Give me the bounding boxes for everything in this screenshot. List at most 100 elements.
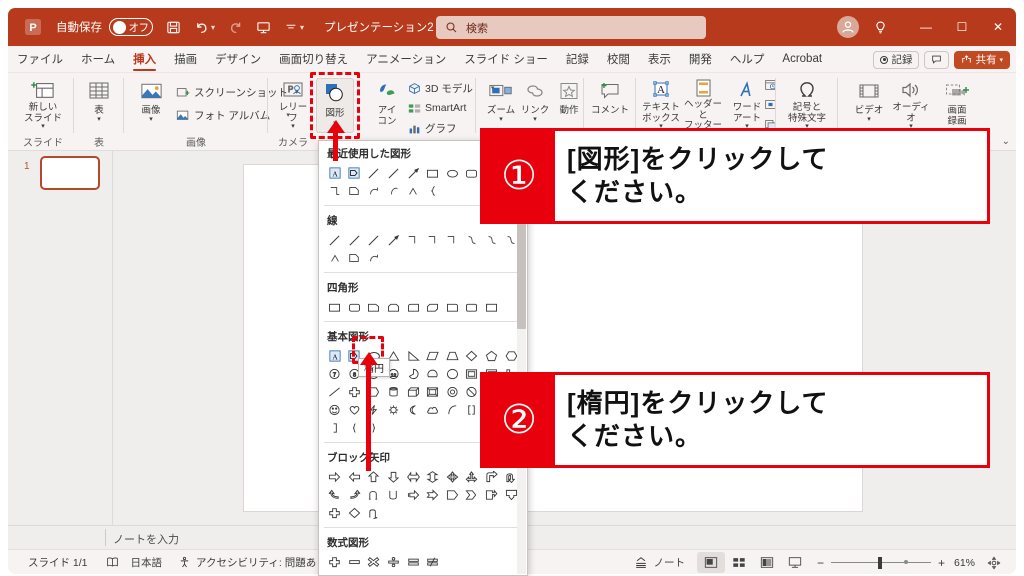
tab-design[interactable]: デザイン <box>206 46 270 73</box>
rect-round-single[interactable] <box>443 298 463 316</box>
fit-to-window-icon[interactable] <box>980 552 1008 573</box>
basic-can[interactable] <box>384 383 404 401</box>
line-curve-2[interactable] <box>482 231 502 249</box>
shape-folded-corner[interactable] <box>345 182 365 200</box>
zoom-slider[interactable]: − + <box>817 556 945 570</box>
search-box[interactable]: 検索 <box>436 16 706 39</box>
arrow-up-down[interactable] <box>423 468 443 486</box>
basic-pentagon[interactable] <box>482 347 502 365</box>
basic-diamond[interactable] <box>462 347 482 365</box>
arrow-pentagon[interactable] <box>443 486 463 504</box>
basic-parallelogram[interactable] <box>423 347 443 365</box>
basic-bevel[interactable] <box>423 383 443 401</box>
undo-icon[interactable]: ▾ <box>194 16 215 38</box>
shape-line-2[interactable] <box>384 164 404 182</box>
basic-diagonal-stripe[interactable] <box>325 383 345 401</box>
basic-pie[interactable] <box>403 365 423 383</box>
arrow-left-right[interactable] <box>403 468 423 486</box>
language-label[interactable]: 日本語 <box>131 555 163 570</box>
gallery-section-rectangles[interactable] <box>319 298 527 319</box>
zoom-handle[interactable] <box>877 556 882 569</box>
customize-caret[interactable]: ▾ <box>300 23 304 32</box>
basic-text-box[interactable]: A <box>325 347 345 365</box>
eq-not-equal[interactable] <box>423 553 443 571</box>
account-avatar-icon[interactable] <box>837 16 859 38</box>
arrow-tri[interactable] <box>462 468 482 486</box>
rect-plain[interactable] <box>325 298 345 316</box>
shape-elbow-connector-2[interactable] <box>325 182 345 200</box>
zoom-in-button[interactable]: + <box>938 556 945 570</box>
zoom-level[interactable]: 61% <box>954 557 975 569</box>
basic-sun[interactable] <box>384 401 404 419</box>
comment-button[interactable]: コメント <box>587 76 633 130</box>
screen-recording-button[interactable]: 画面 録画 <box>934 76 980 130</box>
slide-counter[interactable]: スライド 1/1 <box>28 555 88 570</box>
arrow-right-callout[interactable] <box>482 486 502 504</box>
symbol-button[interactable]: 記号と 特殊文字 ▾ <box>784 76 830 130</box>
cameo-button[interactable]: P レリーフ ▾ <box>270 76 316 130</box>
video-button[interactable]: ビデオ ▾ <box>846 76 892 130</box>
shape-left-brace[interactable] <box>423 182 443 200</box>
text-box-button[interactable]: A テキスト ボックス ▾ <box>638 76 684 130</box>
arrow-bent[interactable] <box>482 468 502 486</box>
rect-snip-two[interactable] <box>384 298 404 316</box>
line-elbow-3[interactable] <box>443 231 463 249</box>
arrow-chevron[interactable] <box>462 486 482 504</box>
arrow-quad[interactable] <box>443 468 463 486</box>
tab-animations[interactable]: アニメーション <box>357 46 455 73</box>
basic-smiley[interactable] <box>325 401 345 419</box>
normal-view-icon[interactable] <box>696 552 725 573</box>
gallery-section-equation[interactable] <box>319 553 527 574</box>
video-caret-icon[interactable]: ▾ <box>867 116 871 123</box>
autosave-toggle[interactable]: オフ <box>109 18 153 36</box>
basic-frame[interactable] <box>462 365 482 383</box>
arrow-circular-2[interactable] <box>384 486 404 504</box>
reading-view-icon[interactable] <box>753 552 781 573</box>
eq-multiply[interactable] <box>364 553 384 571</box>
tab-file[interactable]: ファイル <box>8 46 72 73</box>
slide-thumbnail-1[interactable] <box>40 156 100 190</box>
tab-acrobat[interactable]: Acrobat <box>773 46 831 73</box>
arrow-circular[interactable] <box>364 486 384 504</box>
table-caret-icon[interactable]: ▾ <box>97 116 101 123</box>
share-button[interactable]: 共有 ▾ <box>954 50 1010 69</box>
tab-record[interactable]: 記録 <box>557 46 598 73</box>
shape-line-arrow[interactable] <box>403 164 423 182</box>
link-caret-icon[interactable]: ▾ <box>533 116 537 123</box>
start-presentation-icon[interactable] <box>256 16 271 38</box>
shape-rectangle[interactable] <box>423 164 443 182</box>
basic-right-bracket[interactable] <box>325 419 345 437</box>
shape-curved-arrow[interactable] <box>364 182 384 200</box>
audio-button[interactable]: オーディオ ▾ <box>888 76 934 130</box>
rect-round-two[interactable] <box>462 298 482 316</box>
collapse-ribbon-icon[interactable]: ⌄ <box>1002 136 1010 147</box>
header-footer-button[interactable]: ヘッダーと フッター <box>680 76 726 131</box>
basic-no-symbol[interactable] <box>462 383 482 401</box>
line-shape-3[interactable] <box>364 231 384 249</box>
arrow-curved-left[interactable] <box>325 486 345 504</box>
new-slide-caret-icon[interactable]: ▾ <box>41 123 45 130</box>
rect-snip-diag[interactable] <box>423 298 443 316</box>
arrow-notched-right[interactable] <box>423 486 443 504</box>
arrow-turn-up[interactable] <box>364 504 384 522</box>
new-slide-button[interactable]: 新しい スライド ▾ <box>20 76 66 130</box>
line-chevron[interactable] <box>325 249 345 267</box>
notes-button[interactable]: ノート <box>634 555 685 570</box>
arrow-curved-right[interactable] <box>345 486 365 504</box>
arrow-striped-right[interactable] <box>403 486 423 504</box>
line-elbow-2[interactable] <box>423 231 443 249</box>
tab-developer[interactable]: 開発 <box>680 46 721 73</box>
tab-transitions[interactable]: 画面切り替え <box>270 46 357 73</box>
rect-parallelogram[interactable] <box>482 298 502 316</box>
tab-view[interactable]: 表示 <box>639 46 680 73</box>
tab-draw[interactable]: 描画 <box>165 46 206 73</box>
lightbulb-icon[interactable] <box>873 20 888 35</box>
line-shape-4[interactable] <box>384 231 404 249</box>
tab-help[interactable]: ヘルプ <box>721 46 774 73</box>
shape-oval-recent[interactable] <box>443 164 463 182</box>
shape-arrow-pentagon[interactable] <box>345 164 365 182</box>
redo-icon[interactable] <box>228 16 243 38</box>
customize-quick-access-icon[interactable]: ▾ <box>284 16 304 38</box>
rect-snip-round[interactable] <box>403 298 423 316</box>
maximize-button[interactable]: ☐ <box>944 8 980 46</box>
